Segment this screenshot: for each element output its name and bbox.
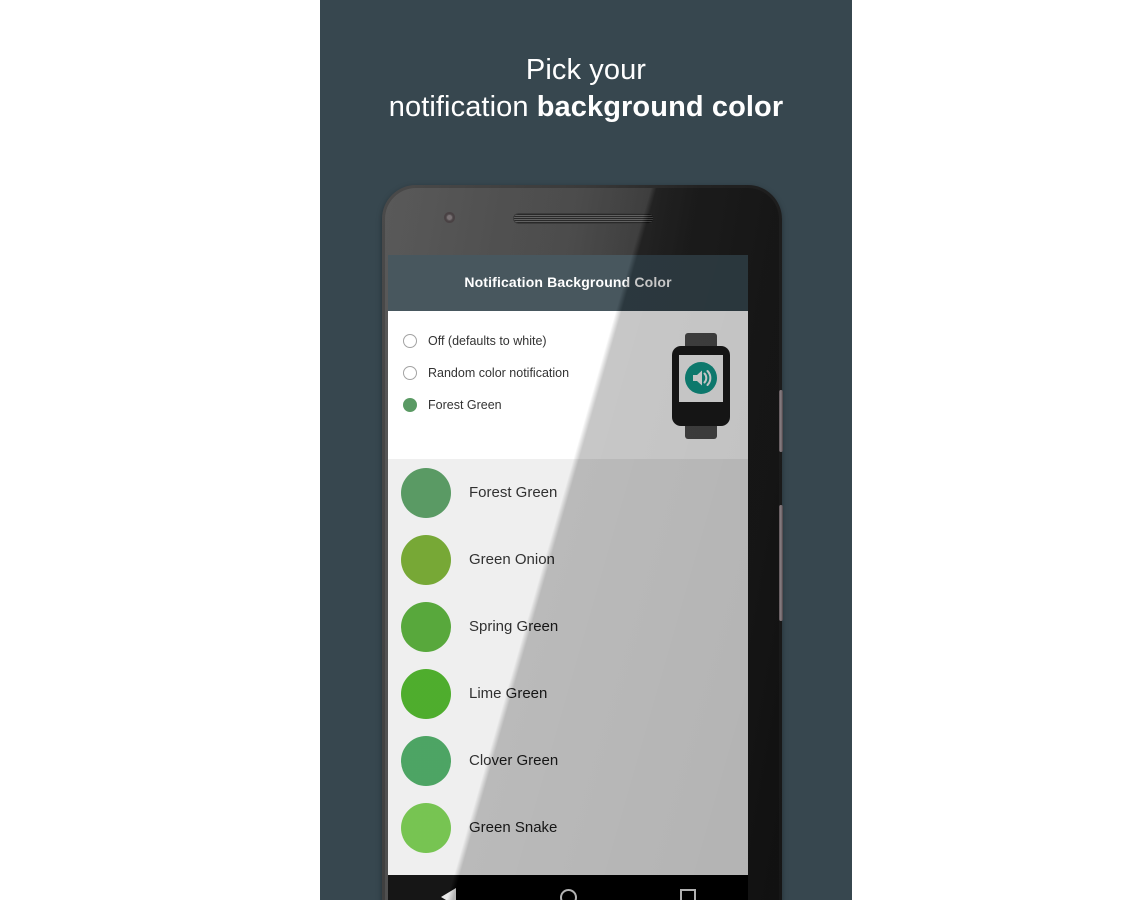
nav-home-button[interactable] xyxy=(540,875,596,900)
nav-recents-button[interactable] xyxy=(660,875,716,900)
earpiece-speaker-icon xyxy=(513,213,654,224)
color-swatch-icon xyxy=(401,601,451,652)
front-camera-icon xyxy=(444,212,455,223)
headline-line-1: Pick your xyxy=(525,54,647,86)
headline-line-2-normal: notification xyxy=(388,91,537,123)
color-list[interactable]: Forest Green Green Onion Spring Green Li… xyxy=(388,459,748,875)
watch-face xyxy=(679,355,723,402)
watch-case xyxy=(672,346,730,426)
android-navigation-bar xyxy=(388,875,748,900)
headline-line-2: notification background color xyxy=(320,89,852,126)
app-bar-title: Notification Background Color xyxy=(464,274,672,290)
color-name-label: Forest Green xyxy=(469,484,558,501)
radio-option-label: Forest Green xyxy=(428,398,502,412)
radio-button-icon[interactable] xyxy=(403,334,417,348)
color-list-item[interactable]: Green Snake xyxy=(388,794,748,861)
nav-back-button[interactable] xyxy=(420,875,476,900)
sound-volume-icon xyxy=(685,362,717,394)
app-bar: Notification Background Color xyxy=(388,255,748,311)
radio-button-icon[interactable] xyxy=(403,366,417,380)
color-name-label: Clover Green xyxy=(469,752,559,769)
color-list-item[interactable]: Green Onion xyxy=(388,526,748,593)
color-list-item[interactable]: Spring Green xyxy=(388,593,748,660)
color-swatch-icon xyxy=(401,467,451,518)
promo-panel: Pick your notification background color … xyxy=(320,0,852,900)
headline-line-2-bold: background color xyxy=(536,91,784,123)
color-name-label: Green Snake xyxy=(469,819,558,836)
color-swatch-icon xyxy=(401,534,451,585)
radio-option-label: Off (defaults to white) xyxy=(428,334,547,348)
power-button[interactable] xyxy=(779,390,783,452)
square-recents-icon xyxy=(680,889,696,900)
color-name-label: Lime Green xyxy=(469,685,548,702)
radio-options-group: Off (defaults to white) Random color not… xyxy=(388,311,748,459)
color-list-item[interactable]: Clover Green xyxy=(388,727,748,794)
radio-option-label: Random color notification xyxy=(428,366,570,380)
color-list-item[interactable]: Forest Green xyxy=(388,459,748,526)
smartwatch-preview xyxy=(670,333,732,439)
phone-mockup: Notification Background Color Off (defau… xyxy=(382,185,783,900)
color-swatch-icon xyxy=(401,668,451,719)
circle-home-icon xyxy=(559,888,577,900)
volume-button[interactable] xyxy=(779,505,783,621)
screenshot-stage: Pick your notification background color … xyxy=(0,0,1126,900)
color-swatch-icon xyxy=(401,735,451,786)
phone-screen: Notification Background Color Off (defau… xyxy=(388,255,748,875)
radio-button-selected-icon[interactable] xyxy=(403,398,417,412)
triangle-back-icon xyxy=(440,888,456,900)
promo-headline: Pick your notification background color xyxy=(320,52,852,126)
color-swatch-icon xyxy=(401,802,451,853)
color-name-label: Spring Green xyxy=(469,618,559,635)
color-list-item[interactable]: Lime Green xyxy=(388,660,748,727)
color-name-label: Green Onion xyxy=(469,551,555,568)
